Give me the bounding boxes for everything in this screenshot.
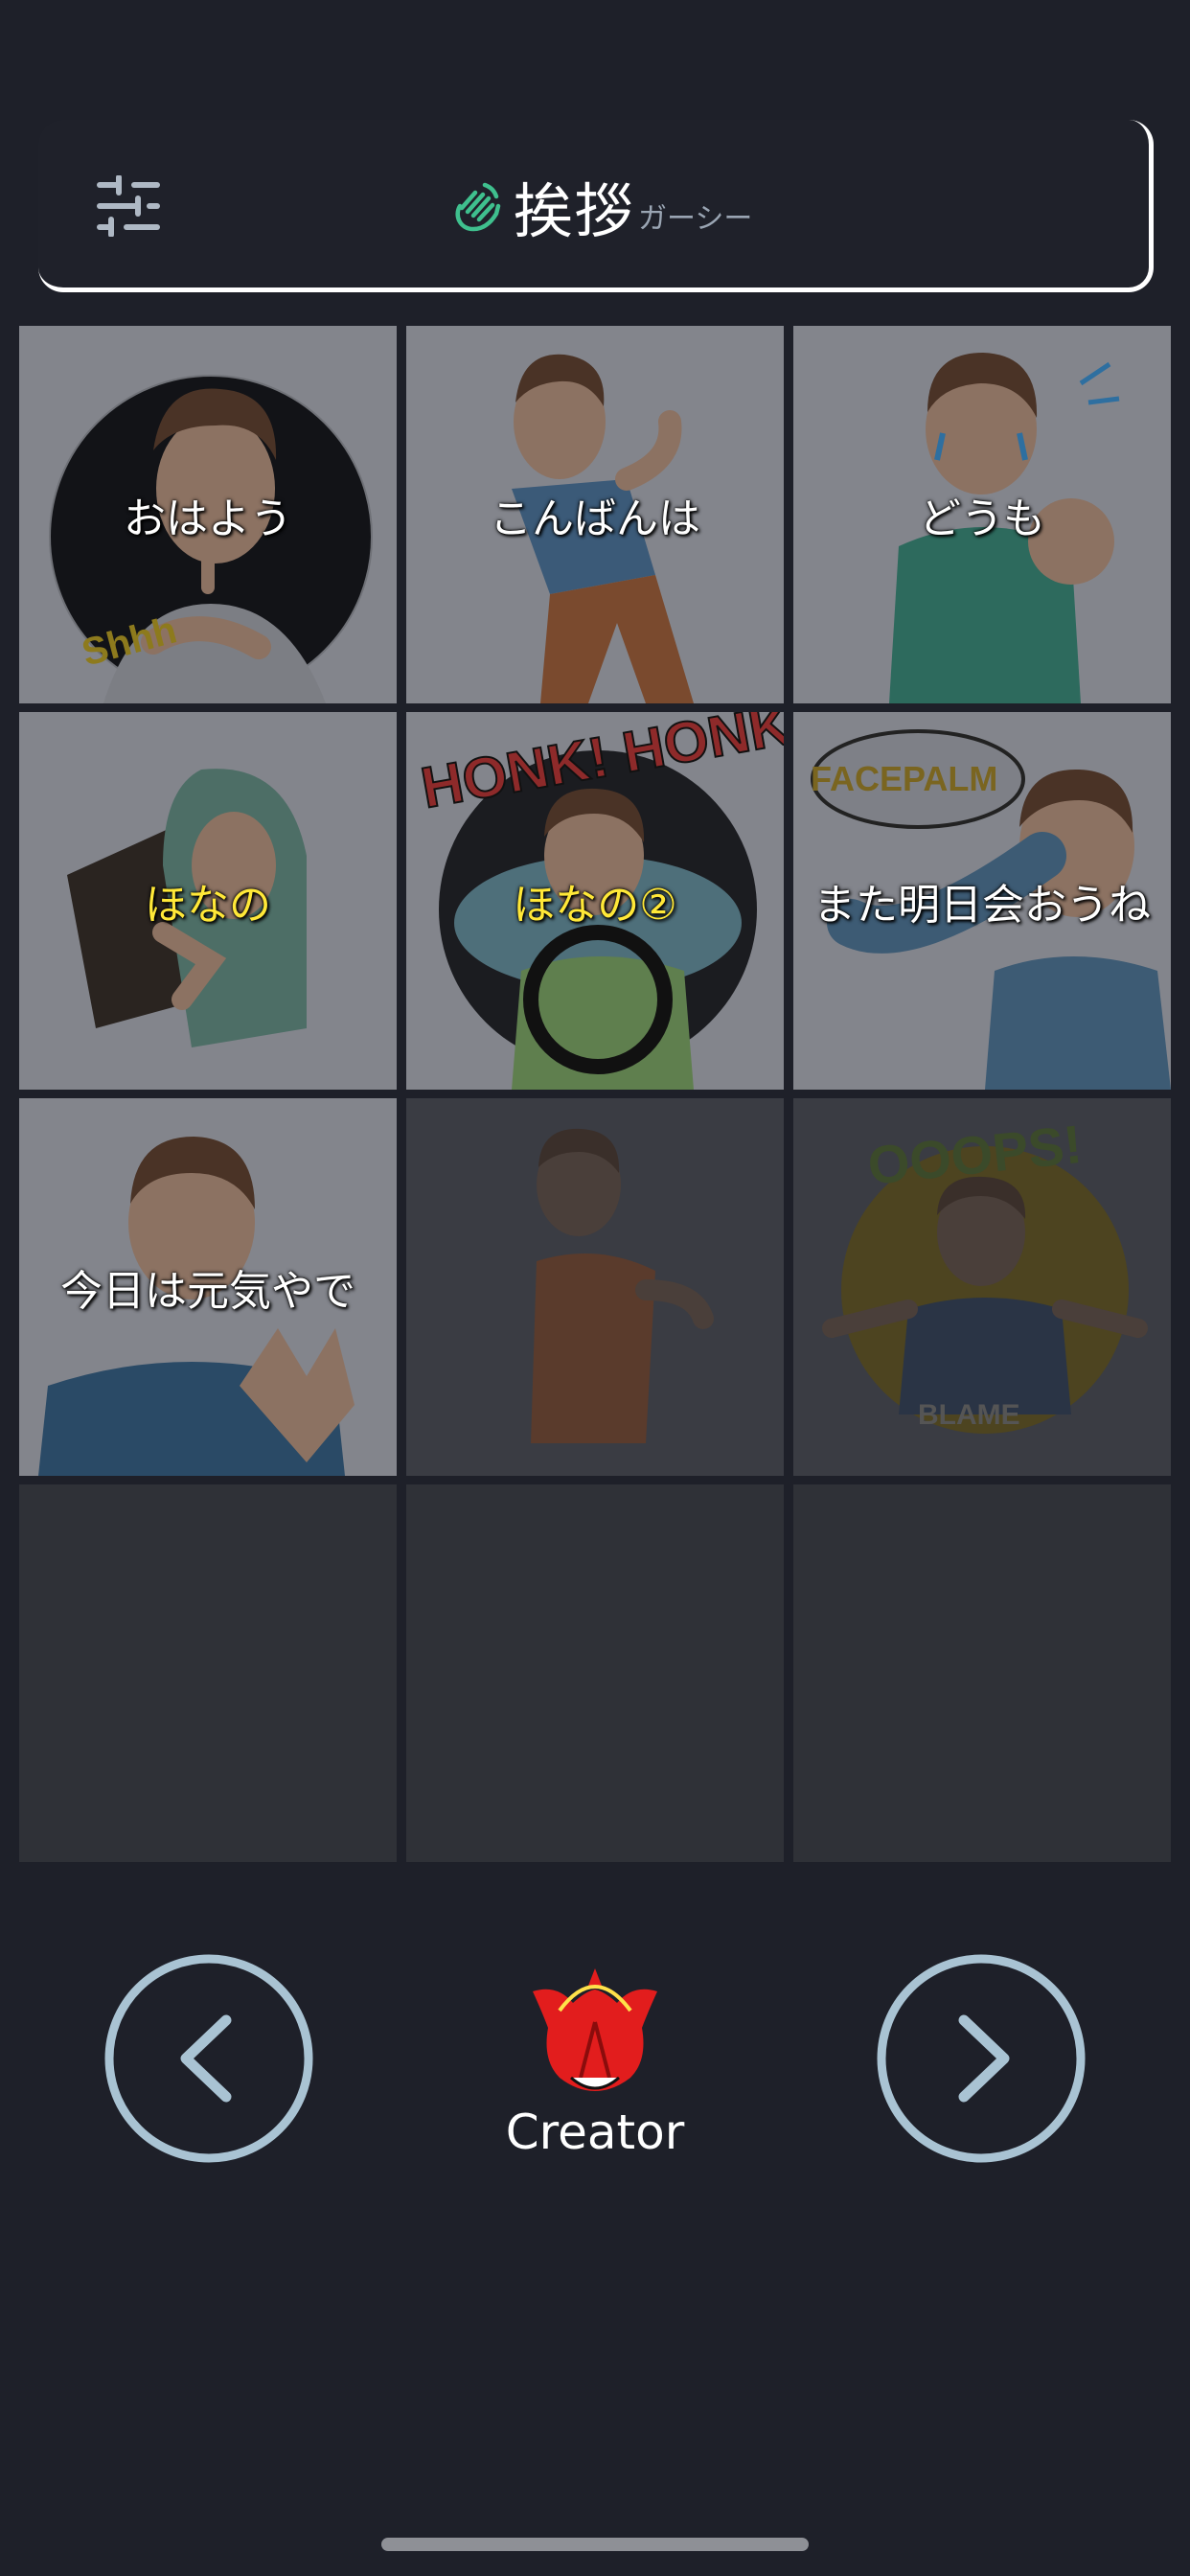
category-header: 挨拶 ガーシー: [38, 120, 1154, 292]
category-title-text: 挨拶: [514, 176, 635, 246]
sticker-art-text: FACEPALM: [811, 759, 997, 798]
sticker-cell-disabled[interactable]: OOOPS! BLAME: [793, 1098, 1171, 1476]
sticker-image: [531, 1128, 714, 1443]
waving-hand-icon: [450, 179, 504, 233]
sticker-label: こんばんは: [490, 494, 700, 543]
sticker-cell[interactable]: FACEPALM また明日会おうね: [793, 712, 1171, 1090]
sticker-label: ほなの: [145, 881, 271, 930]
creator-label: Creator: [505, 2104, 685, 2160]
sliders-icon: [97, 175, 160, 237]
home-indicator[interactable]: [381, 2538, 809, 2551]
sticker-cell[interactable]: 今日は元気やで: [19, 1098, 397, 1476]
creator-logo-icon: [533, 1968, 657, 2091]
category-title: 挨拶 ガーシー: [450, 166, 752, 246]
category-subtitle: ガーシー: [638, 202, 753, 236]
empty-slot: [793, 1484, 1171, 1862]
sticker-label: どうも: [919, 494, 1045, 543]
sticker-cell[interactable]: Shhh おはよう: [19, 326, 397, 703]
sticker-page: 挨拶 ガーシー Shhh おはよう こんばんは どうも ほなの HONK! HO…: [0, 0, 1190, 2576]
chevron-right-icon: [877, 1954, 1086, 2163]
sticker-cell-disabled[interactable]: [406, 1098, 784, 1476]
sticker-cell[interactable]: HONK! HONK! ほなの②: [406, 712, 784, 1090]
sticker-label: また明日会おうね: [813, 881, 1151, 930]
creator-button[interactable]: Creator: [499, 1965, 691, 2160]
sticker-grid: Shhh おはよう こんばんは どうも ほなの HONK! HONK! ほなの②…: [19, 326, 1171, 1862]
sticker-label: 今日は元気やで: [60, 1267, 355, 1316]
next-page-button[interactable]: [874, 1951, 1088, 2166]
sticker-cell[interactable]: ほなの: [19, 712, 397, 1090]
sticker-cell[interactable]: どうも: [793, 326, 1171, 703]
sticker-cell[interactable]: こんばんは: [406, 326, 784, 703]
empty-slot: [19, 1484, 397, 1862]
sticker-art-text: BLAME: [918, 1399, 1020, 1431]
settings-button[interactable]: [94, 175, 163, 237]
empty-slot: [406, 1484, 784, 1862]
sticker-label: ほなの②: [513, 881, 677, 930]
previous-page-button[interactable]: [102, 1951, 316, 2166]
sticker-image: OOOPS! BLAME: [822, 1114, 1148, 1434]
sticker-label: おはよう: [124, 494, 292, 543]
chevron-left-icon: [104, 1954, 313, 2163]
